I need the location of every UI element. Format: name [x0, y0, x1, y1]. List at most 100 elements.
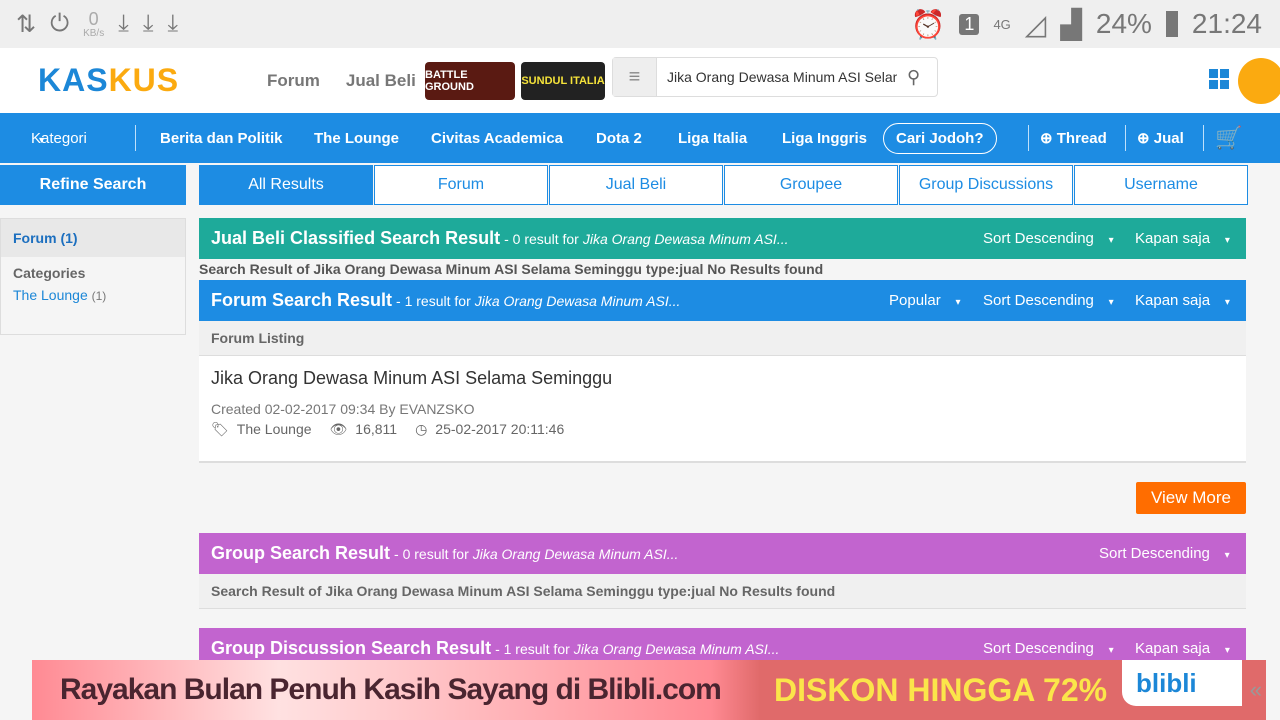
kategori-dropdown[interactable]: Kategori ▾	[31, 130, 87, 147]
refine-sidebar: Forum (1) Categories The Lounge (1)	[0, 218, 186, 335]
time-dropdown[interactable]: Kapan saja	[1135, 230, 1230, 247]
sort-dropdown[interactable]: Sort Descending	[983, 640, 1114, 657]
time-dropdown[interactable]: Kapan saja	[1135, 640, 1230, 657]
refine-search[interactable]: Refine Search	[0, 165, 186, 205]
tab-groupee[interactable]: Groupee	[724, 165, 898, 205]
sort-dropdown[interactable]: Sort Descending	[983, 292, 1114, 309]
thread-last-post: 25-02-2017 20:11:46	[435, 421, 565, 437]
time-dropdown[interactable]: Kapan saja	[1135, 292, 1230, 309]
filter-forum[interactable]: Forum (1)	[1, 219, 185, 257]
thread-views: 16,811	[355, 421, 398, 437]
result-count: - 1 result for	[495, 640, 570, 657]
nav-dota[interactable]: Dota 2	[596, 130, 642, 147]
tab-all-results[interactable]: All Results	[199, 165, 373, 205]
nav-civitas[interactable]: Civitas Academica	[431, 130, 563, 147]
status-bar: ⇅ ⏻ 0 KB/s ⤓ ⤓ ⤓ ⏰ 1 4G ◿ ▟ 24% 21:24	[0, 0, 1280, 48]
categories-heading: Categories	[13, 265, 86, 281]
apps-grid-icon[interactable]	[1209, 69, 1229, 89]
power-icon: ⏻	[50, 10, 70, 37]
view-more-button[interactable]: View More	[1136, 482, 1246, 514]
no-results-note: Search Result of Jika Orang Dewasa Minum…	[199, 574, 1246, 609]
section-title: Group Search Result	[211, 543, 391, 563]
result-count: - 0 result for	[504, 230, 579, 247]
thread-title[interactable]: Jika Orang Dewasa Minum ASI Selama Semin…	[211, 368, 1234, 389]
nav-lounge[interactable]: The Lounge	[314, 130, 399, 147]
popular-dropdown[interactable]: Popular	[889, 292, 961, 309]
blibli-logo: blibli	[1122, 660, 1242, 706]
nav-liga-inggris[interactable]: Liga Inggris	[782, 130, 867, 147]
thread-created: Created 02-02-2017 09:34 By EVANZSKO	[211, 401, 475, 417]
download-icon: ⤓	[167, 10, 179, 37]
tab-jual-beli[interactable]: Jual Beli	[549, 165, 723, 205]
query: Jika Orang Dewasa Minum ASI...	[573, 640, 780, 657]
group-header: Group Search Result - 0 result for Jika …	[199, 533, 1246, 574]
signal-icon: ◿	[1024, 8, 1047, 40]
plus-icon: ⊕	[1137, 130, 1154, 147]
query: Jika Orang Dewasa Minum ASI...	[582, 230, 789, 247]
top-header: KASKUS Forum Jual Beli BATTLE GROUND SUN…	[0, 48, 1280, 113]
ad-text: Rayakan Bulan Penuh Kasih Sayang di Blib…	[60, 673, 722, 706]
collapse-icon[interactable]: «	[1250, 677, 1262, 703]
query: Jika Orang Dewasa Minum ASI...	[474, 292, 681, 309]
search-icon[interactable]: ⚲	[907, 67, 920, 88]
tab-group-discussions[interactable]: Group Discussions	[899, 165, 1073, 205]
logo-part: KUS	[108, 62, 180, 98]
nav-jual-beli[interactable]: Jual Beli	[346, 71, 416, 91]
tab-forum[interactable]: Forum	[374, 165, 548, 205]
thread-label: Thread	[1056, 130, 1107, 147]
new-jual-button[interactable]: ⊕ Jual	[1137, 129, 1184, 147]
nav-forum[interactable]: Forum	[267, 71, 320, 91]
new-thread-button[interactable]: ⊕ Thread	[1040, 129, 1107, 147]
kaskus-logo[interactable]: KASKUS	[38, 62, 179, 99]
eye-icon: 👁	[329, 421, 348, 437]
section-title: Group Discussion Search Result	[211, 638, 492, 658]
result-count: - 0 result for	[394, 545, 469, 562]
query: Jika Orang Dewasa Minum ASI...	[472, 545, 679, 562]
category-link[interactable]: The Lounge (1)	[1, 281, 185, 309]
alarm-icon: ⏰	[910, 8, 946, 40]
sort-dropdown[interactable]: Sort Descending	[983, 230, 1114, 247]
jual-beli-header: Jual Beli Classified Search Result - 0 r…	[199, 218, 1246, 259]
blibli-ad-banner[interactable]: Rayakan Bulan Penuh Kasih Sayang di Blib…	[32, 660, 1266, 720]
category-nav: Kategori ▾ Berita dan Politik The Lounge…	[0, 113, 1280, 163]
net-speed: 0 KB/s	[83, 10, 104, 39]
tag-icon: 🏷	[211, 421, 229, 437]
cari-jodoh-button[interactable]: Cari Jodoh?	[883, 122, 997, 154]
cart-icon[interactable]: 🛒	[1215, 125, 1242, 151]
forum-header: Forum Search Result - 1 result for Jika …	[199, 280, 1246, 321]
battle-ground-badge[interactable]: BATTLE GROUND	[425, 62, 515, 100]
result-count: - 1 result for	[396, 292, 471, 309]
download-icon: ⤓	[118, 10, 129, 37]
sync-icon: ⇅	[16, 10, 37, 38]
tab-username[interactable]: Username	[1074, 165, 1248, 205]
jual-label: Jual	[1153, 130, 1184, 147]
speed-value: 0	[88, 8, 99, 29]
logo-part: KAS	[38, 62, 109, 98]
nav-liga-italia[interactable]: Liga Italia	[678, 130, 747, 147]
battery-icon	[1165, 11, 1178, 37]
network-type: 4G	[993, 16, 1011, 32]
avatar[interactable]	[1238, 58, 1280, 104]
section-title: Forum Search Result	[211, 290, 393, 310]
category-count: (1)	[91, 289, 107, 303]
search-input[interactable]	[657, 69, 897, 85]
signal-icon: ▟	[1060, 8, 1082, 40]
sim-indicator: 1	[959, 13, 980, 35]
result-tabs: All Results Forum Jual Beli Groupee Grou…	[199, 165, 1249, 205]
menu-icon[interactable]: ≡	[613, 58, 657, 96]
no-results-note: Search Result of Jika Orang Dewasa Minum…	[199, 261, 824, 277]
sundul-italia-badge[interactable]: SUNDUL ITALIA	[521, 62, 605, 100]
download-icon: ⤓	[142, 10, 154, 37]
battery-percent: 24%	[1095, 8, 1152, 39]
ad-promo: DISKON HINGGA 72%	[774, 671, 1108, 708]
category-name: The Lounge	[13, 287, 88, 303]
sort-dropdown[interactable]: Sort Descending	[1099, 545, 1230, 562]
speed-unit: KB/s	[83, 27, 105, 39]
forum-listing-label: Forum Listing	[199, 321, 1246, 356]
nav-berita[interactable]: Berita dan Politik	[160, 130, 283, 147]
section-title: Jual Beli Classified Search Result	[211, 228, 501, 248]
thread-category[interactable]: The Lounge	[237, 421, 312, 438]
plus-icon: ⊕	[1040, 130, 1057, 147]
kategori-label: Kategori	[31, 129, 87, 147]
clock-icon: ◷	[415, 421, 428, 437]
